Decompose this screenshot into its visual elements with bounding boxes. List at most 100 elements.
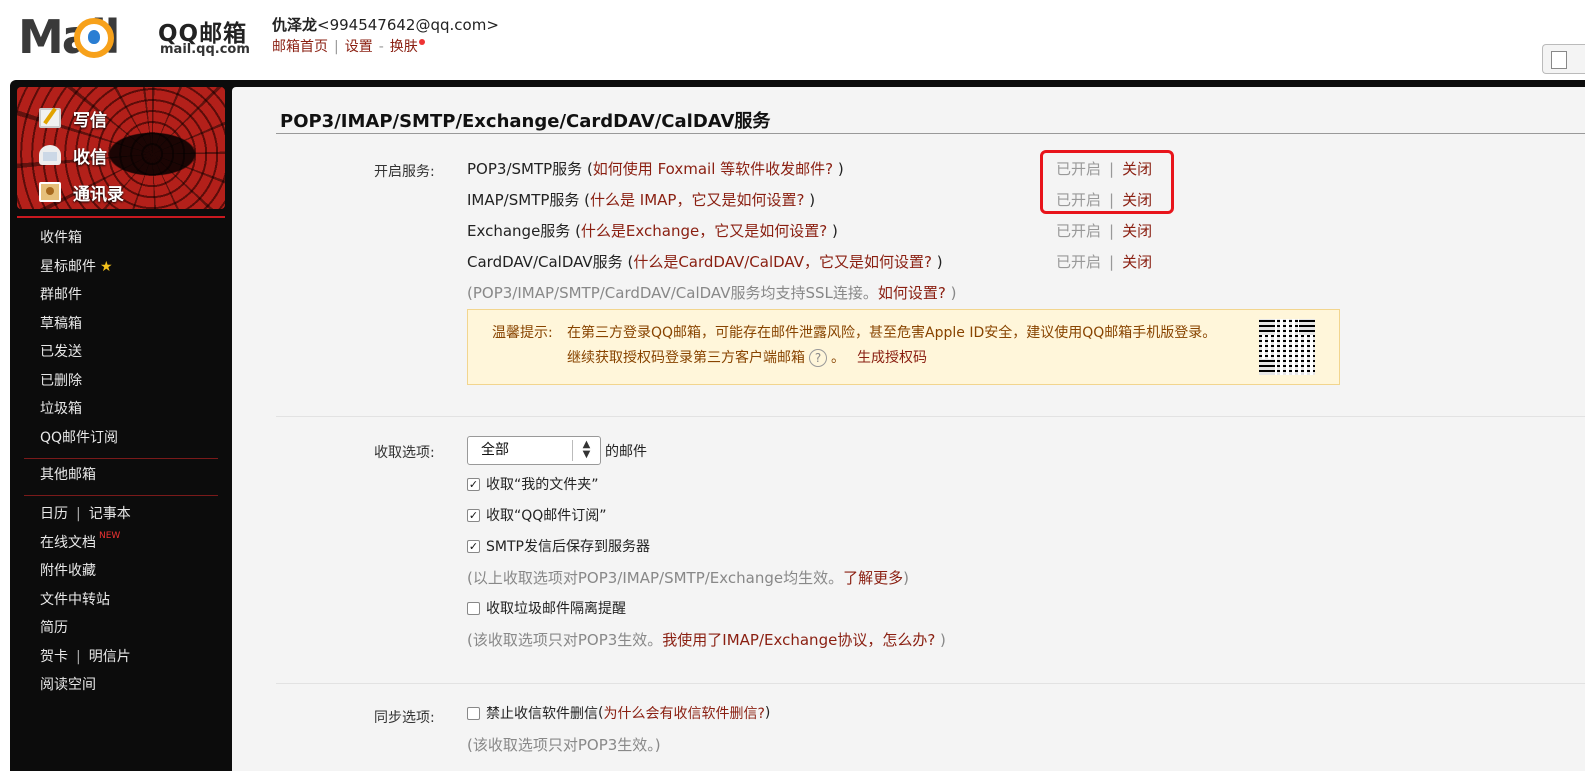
tip-line-1: 在第三方登录QQ邮箱，可能存在邮件泄露风险，甚至危害Apple ID安全，建议使… [567,325,1217,341]
option-label: 禁止收信软件删信 [486,706,598,722]
resume-link[interactable]: 简历 [10,614,232,643]
compose-button[interactable]: 写信 [39,103,107,133]
contacts-label: 通讯录 [73,184,124,205]
service-name: CardDAV/CalDAV服务 [467,253,623,271]
sidebar-hero-banner: 写信 收信 通讯录 [17,87,225,209]
sidebar: 写信 收信 通讯录 收件箱 星标邮件 ★ 群邮件 草稿箱 已发送 已删除 垃圾箱 … [10,80,232,771]
folder-starred[interactable]: 星标邮件 ★ [10,253,232,282]
option-label: SMTP发信后保存到服务器 [486,539,650,555]
folder-spam[interactable]: 垃圾箱 [10,395,232,424]
note-text: (以上收取选项对POP3/IMAP/SMTP/Exchange均生效。 [467,569,844,587]
folder-sent[interactable]: 已发送 [10,338,232,367]
service-help-link[interactable]: 什么是 IMAP，它又是如何设置? [590,191,804,209]
attachments-link[interactable]: 附件收藏 [10,557,232,586]
service-name: POP3/SMTP服务 [467,160,583,178]
option-label: 收取“QQ邮件订阅” [486,508,607,524]
help-icon[interactable]: ? [809,349,827,367]
paren: ( [579,191,591,209]
contacts-button[interactable]: 通讯录 [39,177,124,207]
imap-help-link[interactable]: 我使用了IMAP/Exchange协议，怎么办? [662,631,935,649]
service-help-link[interactable]: 什么是CardDAV/CalDAV，它又是如何设置? [633,253,932,271]
postcard-link[interactable]: 明信片 [89,649,131,665]
online-docs-link[interactable]: 在线文档 NEW [10,529,232,558]
ssl-note: (POP3/IMAP/SMTP/CardDAV/CalDAV服务均支持SSL连接… [467,282,956,303]
option-label: 收取“我的文件夹” [486,477,599,493]
spam-note: (该收取选项只对POP3生效。我使用了IMAP/Exchange协议，怎么办? … [467,629,946,650]
note-text: (POP3/IMAP/SMTP/CardDAV/CalDAV服务均支持SSL连接… [467,284,878,302]
ssl-setup-link[interactable]: 如何设置? [878,284,946,302]
checkbox-checked[interactable]: ✓ [467,477,480,491]
divider: | [1109,253,1115,271]
folder-subscriptions[interactable]: QQ邮件订阅 [10,424,232,453]
star-icon: ★ [100,258,113,275]
paren: ) [827,222,838,240]
greeting-card-link[interactable]: 贺卡 [40,649,68,665]
tip-line-2: 继续获取授权码登录第三方客户端邮箱?。生成授权码 [567,347,927,367]
folder-inbox[interactable]: 收件箱 [10,224,232,253]
services-label: 开启服务: [374,164,435,180]
fetch-subscriptions-option[interactable]: ✓ 收取“QQ邮件订阅” [467,505,607,525]
fetch-options-label: 收取选项: [374,445,435,461]
sync-options-label: 同步选项: [374,710,435,726]
section-divider [276,416,1585,417]
checkbox-checked[interactable]: ✓ [467,539,480,553]
checkbox-unchecked[interactable] [467,706,480,720]
disable-carddav-button[interactable]: 关闭 [1122,253,1152,271]
prevent-delete-option[interactable]: 禁止收信软件删信 (为什么会有收信软件删信? ) [467,703,770,723]
calendar-link[interactable]: 日历 [40,506,68,522]
logo-penguin-icon [74,18,114,58]
settings-link[interactable]: 设置 [345,39,373,55]
online-docs-label: 在线文档 [40,534,96,551]
notes-link[interactable]: 记事本 [89,506,131,522]
contacts-icon [39,182,61,202]
folder-group[interactable]: 群邮件 [10,281,232,310]
disable-exchange-button[interactable]: 关闭 [1122,222,1152,240]
file-transfer-link[interactable]: 文件中转站 [10,586,232,615]
user-name: 仇泽龙 [272,16,318,34]
warning-tip-box: 温馨提示: 在第三方登录QQ邮箱，可能存在邮件泄露风险，甚至危害Apple ID… [467,309,1340,385]
why-delete-link[interactable]: 为什么会有收信软件删信? [603,703,764,723]
paren: ) [931,253,943,271]
service-help-link[interactable]: 如何使用 Foxmail 等软件收发邮件? [593,160,833,178]
new-badge: NEW [99,530,121,541]
learn-more-link[interactable]: 了解更多 [843,569,903,587]
paren: ) [833,160,844,178]
checkbox-checked[interactable]: ✓ [467,508,480,522]
service-pop3: POP3/SMTP服务 (如何使用 Foxmail 等软件收发邮件? ) [467,158,844,179]
other-mail-list: 其他邮箱 [10,461,232,490]
service-help-link[interactable]: 什么是Exchange，它又是如何设置? [581,222,827,240]
spam-reminder-option[interactable]: 收取垃圾邮件隔离提醒 [467,598,626,618]
select-arrows-icon: ▲ ▼ [572,440,600,461]
qq-mail-logo[interactable]: Mail QQ邮箱 mail.qq.com [18,12,253,64]
note-text: ) [935,631,946,649]
fetch-note: (以上收取选项对POP3/IMAP/SMTP/Exchange均生效。了解更多) [467,567,909,588]
generate-auth-code-button[interactable]: 生成授权码 [857,350,927,366]
skin-link[interactable]: 换肤 [390,39,418,55]
mailbox-home-link[interactable]: 邮箱首页 [272,39,328,55]
tools-list: 日历 | 记事本 在线文档 NEW 附件收藏 文件中转站 简历 贺卡 | 明信片 阅读空间 [10,500,232,700]
sidebar-divider [24,495,218,496]
service-carddav: CardDAV/CalDAV服务 (什么是CardDAV/CalDAV，它又是如… [467,251,943,272]
checkbox-unchecked[interactable] [467,601,480,615]
service-imap: IMAP/SMTP服务 (什么是 IMAP，它又是如何设置? ) [467,189,815,210]
service-exchange: Exchange服务 (什么是Exchange，它又是如何设置? ) [467,220,838,241]
paren: ( [570,222,581,240]
reading-space-link[interactable]: 阅读空间 [10,671,232,700]
folder-deleted[interactable]: 已删除 [10,367,232,396]
option-label: 收取垃圾邮件隔离提醒 [486,601,626,617]
fetch-my-folders-option[interactable]: ✓ 收取“我的文件夹” [467,474,599,494]
receive-button[interactable]: 收信 [39,140,107,170]
tip-text: 。 [831,350,845,366]
user-line: 仇泽龙<994547642@qq.com> [272,15,499,35]
search-box-edge[interactable] [1542,44,1585,74]
other-mailboxes[interactable]: 其他邮箱 [10,461,232,490]
page-title: POP3/IMAP/SMTP/Exchange/CardDAV/CalDAV服务 [280,111,771,132]
fetch-scope-select[interactable]: 全部 ▲ ▼ [467,436,601,465]
note-text: ) [903,569,909,587]
title-divider [276,133,1585,134]
smtp-save-option[interactable]: ✓ SMTP发信后保存到服务器 [467,536,650,556]
folder-drafts[interactable]: 草稿箱 [10,310,232,339]
paren: ) [804,191,816,209]
tip-lead: 温馨提示: [492,325,553,341]
user-links: 邮箱首页 | 设置 - 换肤 [272,37,499,57]
